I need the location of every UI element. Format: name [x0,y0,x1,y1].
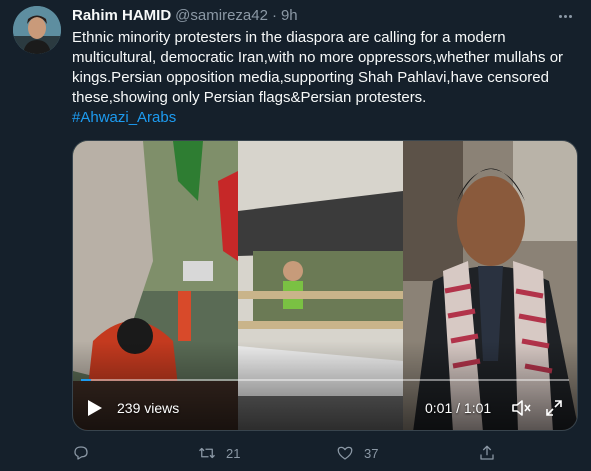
view-count: 239 views [117,400,180,416]
retweet-count: 21 [226,445,241,461]
retweet-icon [199,447,215,459]
share-icon [480,445,494,460]
hashtag-link[interactable]: #Ahwazi_Arabs [72,108,176,128]
like-icon [337,446,353,460]
tweet-text-line: these,showing only Persian flags&Persian… [72,89,427,106]
like-button[interactable]: 37 [336,440,378,466]
video-player[interactable]: 239 views 0:01 / 1:01 [72,140,578,431]
tweet-text: Ethnic minority protesters in the diaspo… [72,28,582,108]
volume-icon[interactable] [511,399,531,417]
tweet-header: Rahim HAMID @samireza42 · 9h [72,7,298,27]
video-progress-bar[interactable] [81,379,569,381]
reply-button[interactable] [72,440,100,466]
video-progress-fill [81,379,91,381]
retweet-button[interactable]: 21 [198,440,240,466]
separator-dot: · [271,7,277,24]
fullscreen-icon[interactable] [545,399,563,417]
tweet-text-line: multicultural, democratic Iran,with no m… [72,49,564,66]
author-handle[interactable]: @samireza42 [175,7,268,24]
avatar[interactable] [13,6,61,54]
author-name[interactable]: Rahim HAMID [72,7,171,24]
reply-icon [74,446,88,460]
tweet-text-line: kings.Persian opposition media,supportin… [72,69,549,86]
like-count: 37 [364,445,379,461]
video-frame [73,141,577,430]
play-icon[interactable] [87,399,103,417]
tweet-text-line: Ethnic minority protesters in the diaspo… [72,29,506,46]
share-button[interactable] [478,440,496,466]
more-options-icon[interactable] [553,6,577,26]
video-time: 0:01 / 1:01 [425,400,492,416]
tweet[interactable]: Rahim HAMID @samireza42 · 9h Ethnic mino… [0,0,591,471]
tweet-time[interactable]: 9h [281,7,298,24]
tweet-actions: 21 37 [60,440,580,466]
